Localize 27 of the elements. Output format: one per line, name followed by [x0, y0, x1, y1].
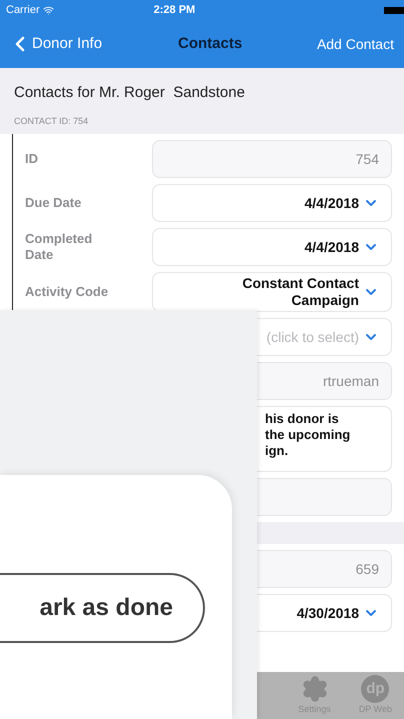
- battery-icon: [384, 6, 404, 14]
- field-label: Completed Date: [25, 231, 94, 263]
- clock-text: 2:28 PM: [154, 2, 196, 18]
- picker-field[interactable]: 4/4/2018: [152, 228, 392, 266]
- mark-done-button[interactable]: ark as done: [0, 573, 205, 643]
- back-button[interactable]: Donor Info: [8, 32, 102, 56]
- field-placeholder: (click to select): [266, 328, 359, 347]
- field-value: 659: [356, 560, 379, 578]
- field-value: 754: [356, 150, 379, 168]
- add-contact-button[interactable]: Add Contact: [316, 34, 396, 54]
- contact-id-text: CONTACT ID: 754: [14, 114, 90, 128]
- picker-field[interactable]: Constant Contact Campaign: [152, 272, 392, 312]
- field-label: Due Date: [25, 195, 82, 211]
- field-value: Constant Contact Campaign: [241, 275, 359, 309]
- nav-title: Contacts: [178, 34, 242, 54]
- wifi-icon: [42, 4, 54, 16]
- field-value: 4/4/2018: [304, 194, 359, 212]
- field-label: ID: [25, 151, 39, 167]
- field-value: 4/30/2018: [296, 604, 359, 622]
- field-label: Activity Code: [25, 284, 110, 300]
- field-value: 4/4/2018: [304, 238, 359, 256]
- header-title: Contacts for Mr. Roger Sandstone: [14, 83, 246, 103]
- picker-field[interactable]: 4/4/2018: [152, 184, 392, 222]
- carrier-text: Carrier: [6, 2, 40, 18]
- field-value: rtrueman: [322, 372, 379, 390]
- notes-text: his donor is the upcoming ign.: [265, 411, 352, 459]
- gear-icon: [300, 674, 329, 703]
